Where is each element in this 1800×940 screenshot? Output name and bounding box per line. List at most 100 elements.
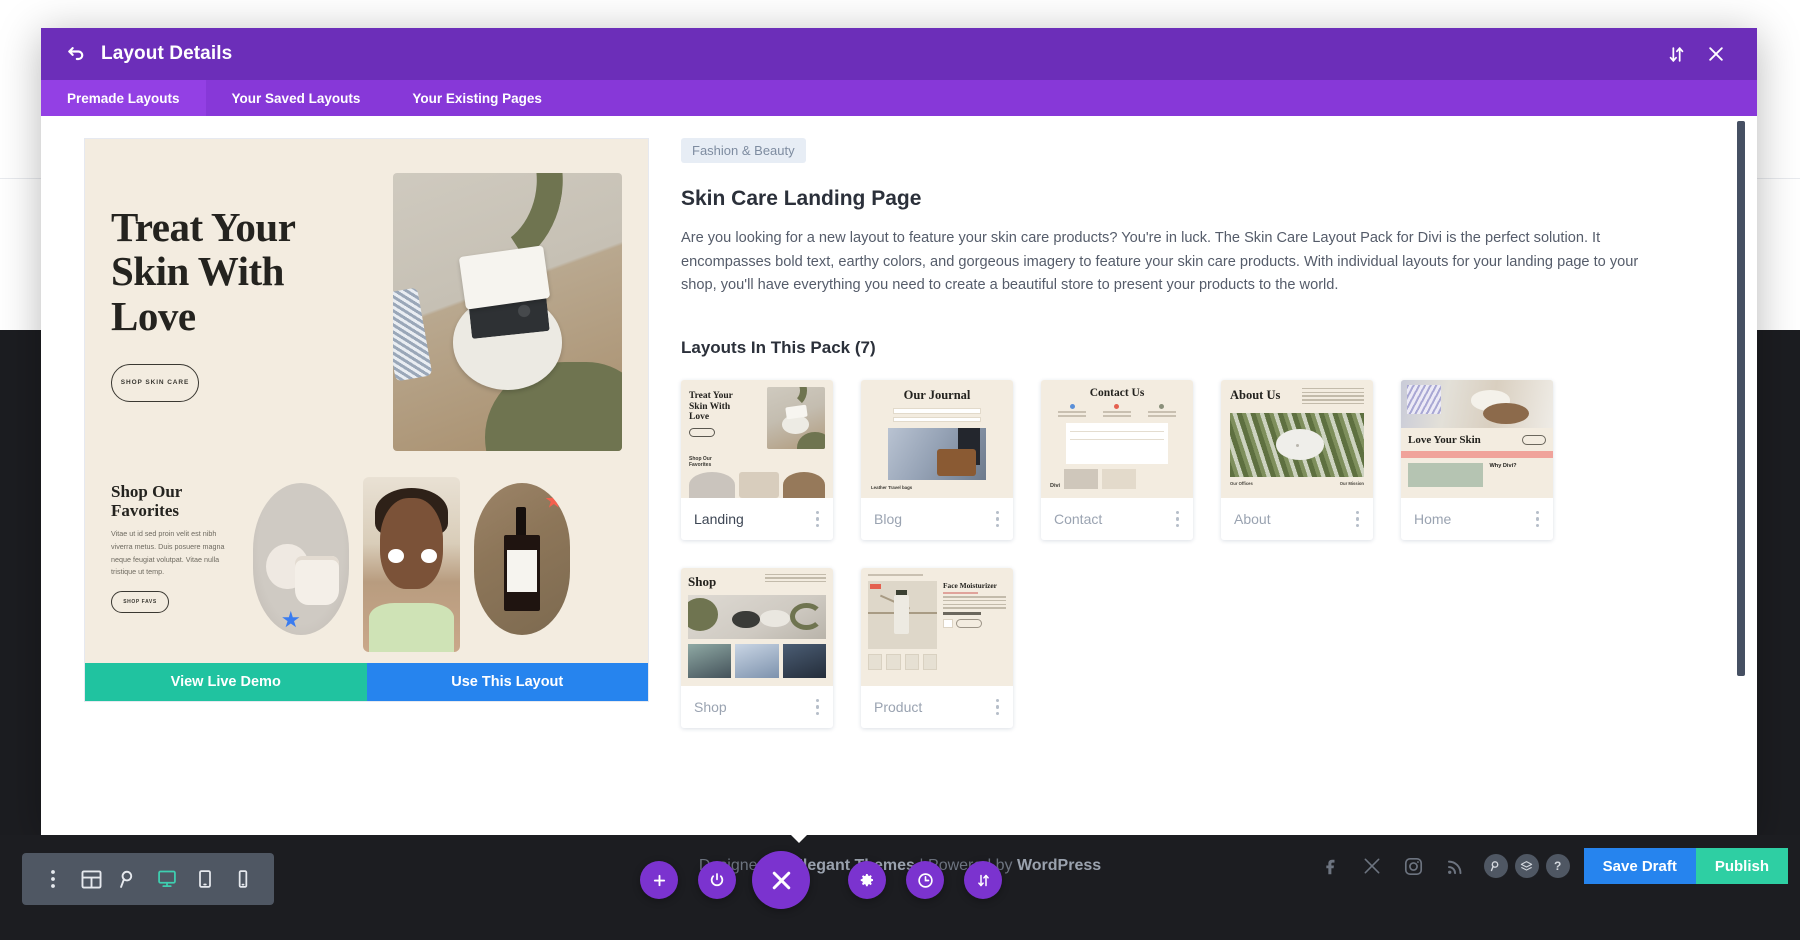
more-vertical-icon[interactable]	[36, 862, 70, 896]
view-mode-toolbar	[22, 853, 274, 905]
rss-icon[interactable]	[1435, 845, 1477, 887]
tab-your-existing-pages[interactable]: Your Existing Pages	[386, 80, 568, 116]
sort-icon[interactable]	[1659, 37, 1693, 71]
tab-premade-layouts[interactable]: Premade Layouts	[41, 80, 206, 116]
thumbnail-landing: Treat YourSkin WithLove Shop OurFavorite…	[681, 380, 833, 498]
layout-card-product[interactable]: Face Moisturizer Product	[861, 568, 1013, 728]
layout-preview-card: Treat YourSkin WithLove SHOP SKIN CARE	[84, 138, 649, 702]
thumb-blog-image	[888, 428, 986, 480]
more-vertical-icon[interactable]	[1533, 507, 1543, 532]
layout-name-product: Product	[874, 699, 922, 715]
close-menu-button[interactable]	[752, 851, 810, 909]
more-vertical-icon[interactable]	[813, 507, 823, 532]
layout-name-shop: Shop	[694, 699, 727, 715]
more-vertical-icon[interactable]	[1353, 507, 1363, 532]
layout-card-landing[interactable]: Treat YourSkin WithLove Shop OurFavorite…	[681, 380, 833, 540]
preview-shop-section: Shop OurFavorites Vitae ut id sed proin …	[85, 467, 648, 663]
layout-card-footer: Blog	[861, 498, 1013, 540]
layout-card-footer: Contact	[1041, 498, 1193, 540]
page-root: Layout Details Premade Layouts Your Save…	[0, 0, 1800, 940]
layout-card-about[interactable]: About Us Our Offices Our Mission About	[1221, 380, 1373, 540]
thumb-subtitle-contact: Divi	[1050, 483, 1060, 489]
layout-card-blog[interactable]: Our Journal Leather Travel bags Blog	[861, 380, 1013, 540]
cream-dab-right	[421, 549, 437, 563]
preview-hero-text: Treat YourSkin WithLove SHOP SKIN CARE	[111, 169, 383, 463]
thumb-title-home: Love Your Skin	[1408, 434, 1481, 446]
right-toolbar-cluster: ? Save Draft Publish	[1309, 835, 1788, 897]
layout-title: Skin Care Landing Page	[681, 187, 1699, 211]
tablet-icon[interactable]	[188, 862, 222, 896]
view-live-demo-button[interactable]: View Live Demo	[85, 663, 367, 701]
preview-hero-title: Treat YourSkin WithLove	[111, 205, 383, 338]
preview-hero-button: SHOP SKIN CARE	[111, 364, 199, 402]
menu-pointer-arrow	[781, 825, 817, 843]
layout-card-contact[interactable]: Contact Us Divi	[1041, 380, 1193, 540]
green-top-shape	[369, 603, 454, 652]
back-arrow-icon[interactable]	[63, 41, 89, 67]
preview-hero-image	[393, 173, 622, 451]
thumbnail-about: About Us Our Offices Our Mission	[1221, 380, 1373, 498]
zoom-out-icon[interactable]	[112, 862, 146, 896]
serum-bottle-image	[474, 483, 570, 635]
preview-shop-button: SHOP FAVS	[111, 591, 169, 613]
cream-jar-shape	[295, 556, 339, 605]
layout-card-footer: About	[1221, 498, 1373, 540]
thumb-text-lines	[765, 574, 826, 584]
phone-icon[interactable]	[226, 862, 260, 896]
thumb-about-footer: Our Offices Our Mission	[1230, 481, 1364, 486]
wireframe-icon[interactable]	[74, 862, 108, 896]
search-icon[interactable]	[1484, 854, 1508, 878]
layout-card-shop[interactable]: Shop Shop	[681, 568, 833, 728]
layout-preview-pane: Treat YourSkin WithLove SHOP SKIN CARE	[41, 116, 659, 835]
thumb-field-1	[893, 408, 980, 414]
face-shape	[380, 498, 442, 589]
thumb-title-product: Face Moisturizer	[943, 581, 1006, 590]
sort-icon[interactable]	[964, 861, 1002, 899]
more-vertical-icon[interactable]	[1173, 507, 1183, 532]
use-this-layout-button[interactable]: Use This Layout	[367, 663, 649, 701]
modal-tab-bar: Premade Layouts Your Saved Layouts Your …	[41, 80, 1757, 116]
thumb-ticker-band	[1401, 451, 1553, 458]
help-icon[interactable]: ?	[1546, 854, 1570, 878]
history-icon[interactable]	[906, 861, 944, 899]
layout-name-blog: Blog	[874, 511, 902, 527]
more-vertical-icon[interactable]	[813, 695, 823, 720]
save-draft-button[interactable]: Save Draft	[1584, 848, 1696, 884]
layout-name-about: About	[1234, 511, 1271, 527]
thumb-title-landing: Treat YourSkin WithLove	[689, 387, 762, 449]
thumbnail-contact: Contact Us Divi	[1041, 380, 1193, 498]
thumb-subtitle-landing: Shop OurFavorites	[689, 456, 825, 469]
gear-icon[interactable]	[848, 861, 886, 899]
thumb-product-row	[689, 472, 825, 498]
instagram-icon[interactable]	[1393, 845, 1435, 887]
model-portrait-image	[363, 477, 460, 652]
thumb-contact-icons	[1050, 404, 1184, 417]
layout-card-home[interactable]: Love Your Skin Why Divi? Home	[1401, 380, 1553, 540]
more-vertical-icon[interactable]	[993, 695, 1003, 720]
close-icon[interactable]	[1699, 37, 1733, 71]
facebook-icon[interactable]	[1309, 845, 1351, 887]
page-title: Layout Details	[101, 43, 232, 65]
vertical-scrollbar[interactable]	[1737, 121, 1745, 676]
thumb-green-box	[1408, 463, 1483, 487]
thumb-shop-grid	[688, 644, 826, 678]
x-twitter-icon[interactable]	[1351, 845, 1393, 887]
thumb-title-about: About Us	[1230, 388, 1280, 403]
layout-description: Are you looking for a new layout to feat…	[681, 227, 1656, 298]
thumb-footer-extra: Our Mission	[1340, 481, 1364, 486]
layouts-grid: Treat YourSkin WithLove Shop OurFavorite…	[681, 380, 1699, 728]
thumb-subtitle-blog: Leather Travel bags	[871, 485, 912, 490]
builder-action-menu	[640, 835, 1160, 925]
modal-header: Layout Details	[41, 28, 1757, 80]
category-badge[interactable]: Fashion & Beauty	[681, 138, 806, 163]
desktop-icon[interactable]	[150, 862, 184, 896]
more-vertical-icon[interactable]	[993, 507, 1003, 532]
layout-card-footer: Shop	[681, 686, 833, 728]
modal-body: Treat YourSkin WithLove SHOP SKIN CARE	[41, 116, 1757, 835]
add-button[interactable]	[640, 861, 678, 899]
power-icon[interactable]	[698, 861, 736, 899]
thumb-price	[943, 612, 981, 615]
layers-icon[interactable]	[1515, 854, 1539, 878]
tab-your-saved-layouts[interactable]: Your Saved Layouts	[206, 80, 387, 116]
publish-button[interactable]: Publish	[1696, 848, 1788, 884]
